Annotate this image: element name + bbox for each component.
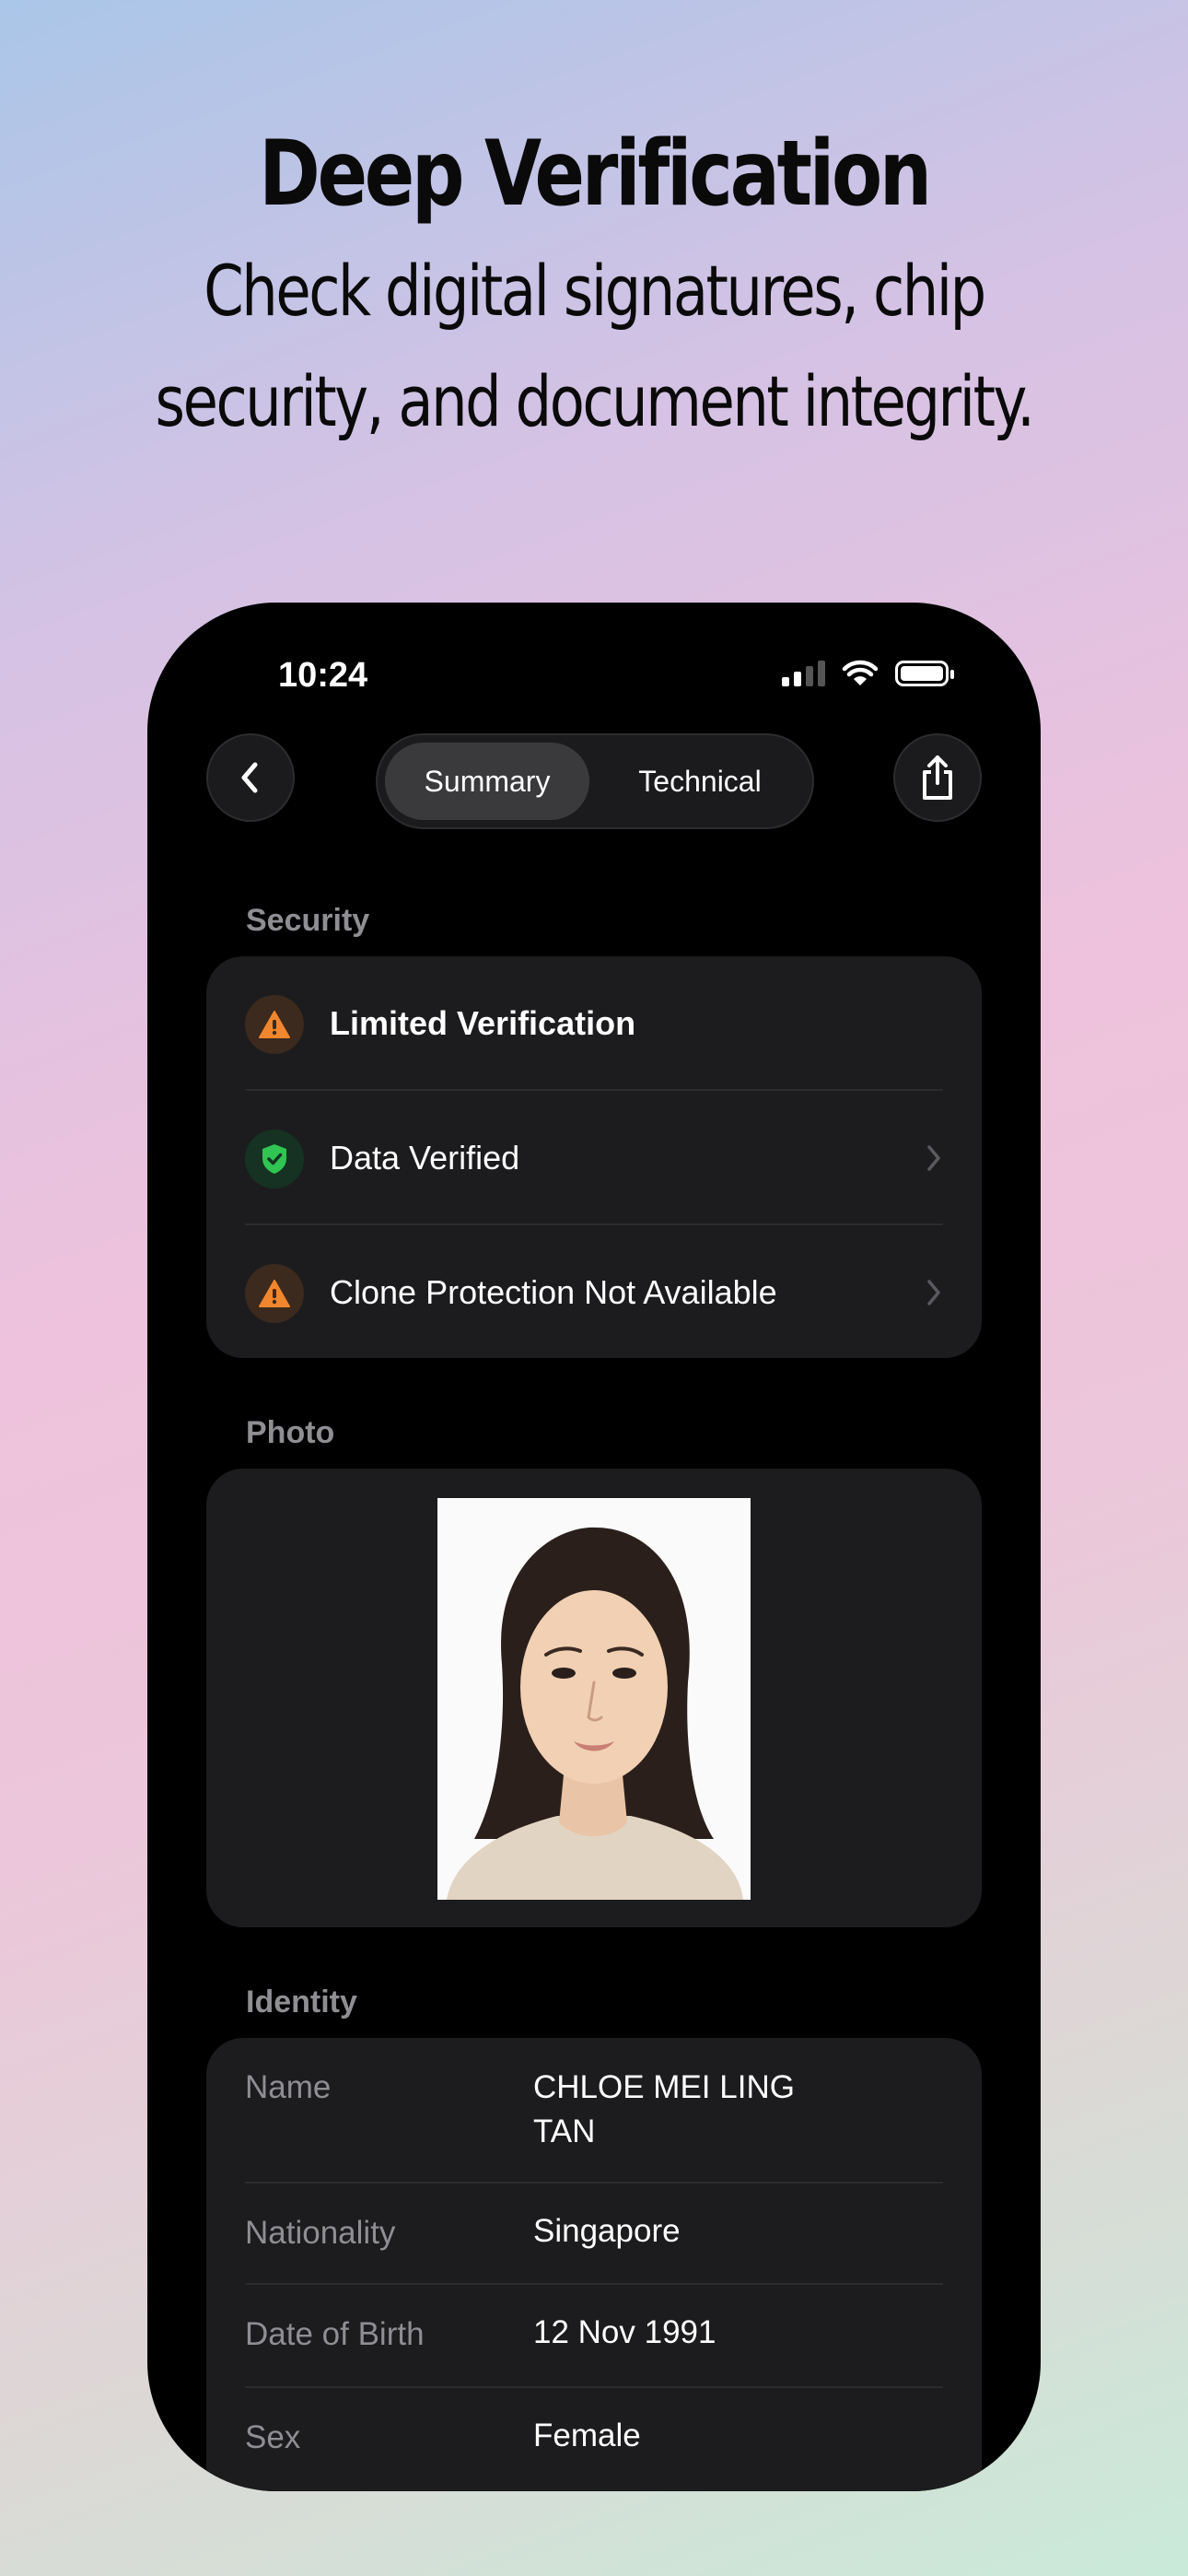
warning-icon bbox=[245, 1264, 304, 1323]
photo-heading: Photo bbox=[246, 1415, 335, 1450]
warning-icon bbox=[245, 995, 304, 1054]
identity-heading: Identity bbox=[246, 1985, 357, 2020]
hero-subtitle: Check digital signatures, chip security,… bbox=[107, 236, 1081, 457]
phone-screen: 10:24 Summary Technical Security Limited… bbox=[147, 603, 1041, 2491]
hero-subtitle-line-1: Check digital signatures, chip bbox=[204, 250, 986, 332]
tab-summary[interactable]: Summary bbox=[385, 743, 589, 820]
status-time: 10:24 bbox=[278, 656, 368, 695]
chevron-right-icon bbox=[927, 1145, 940, 1171]
name-value-line-2: TAN bbox=[533, 2113, 596, 2149]
security-item-limited-verification: Limited Verification bbox=[206, 956, 982, 1091]
tab-technical[interactable]: Technical bbox=[597, 743, 803, 820]
nationality-label: Nationality bbox=[245, 2215, 396, 2251]
sex-label: Sex bbox=[245, 2419, 301, 2455]
divider bbox=[245, 2386, 943, 2388]
name-label: Name bbox=[245, 2069, 332, 2105]
divider bbox=[245, 2182, 943, 2184]
chevron-right-icon bbox=[927, 1280, 940, 1306]
security-item-clone-protection[interactable]: Clone Protection Not Available bbox=[206, 1225, 982, 1360]
nationality-value: Singapore bbox=[533, 2213, 681, 2249]
date-of-birth-value: 12 Nov 1991 bbox=[533, 2314, 716, 2350]
view-segmented-control: Summary Technical bbox=[376, 733, 814, 829]
identity-card: Name CHLOE MEI LING TAN Nationality Sing… bbox=[206, 2038, 982, 2491]
battery-icon bbox=[895, 661, 954, 686]
divider bbox=[245, 2283, 943, 2285]
name-value-line-1: CHLOE MEI LING bbox=[533, 2069, 795, 2105]
security-item-data-verified[interactable]: Data Verified bbox=[206, 1091, 982, 1225]
chevron-left-icon bbox=[241, 762, 258, 793]
date-of-birth-label: Date of Birth bbox=[245, 2316, 425, 2352]
security-heading: Security bbox=[246, 903, 370, 938]
photo-card bbox=[206, 1469, 982, 1927]
name-value: CHLOE MEI LING TAN bbox=[533, 2066, 795, 2154]
hero-title: Deep Verification bbox=[259, 122, 932, 227]
passport-photo bbox=[437, 1498, 751, 1900]
security-item-label: Clone Protection Not Available bbox=[330, 1273, 777, 1311]
back-button[interactable] bbox=[206, 733, 295, 822]
share-button[interactable] bbox=[893, 733, 982, 822]
security-item-label: Limited Verification bbox=[330, 1004, 636, 1042]
wifi-icon bbox=[842, 660, 879, 685]
share-icon bbox=[923, 755, 952, 800]
security-card: Limited Verification Data Verified Clone… bbox=[206, 956, 982, 1358]
shield-check-icon bbox=[245, 1130, 304, 1188]
sex-value: Female bbox=[533, 2418, 641, 2453]
status-icons bbox=[782, 660, 954, 687]
cellular-signal-icon bbox=[782, 661, 825, 686]
hero-subtitle-line-2: security, and document integrity. bbox=[155, 360, 1035, 442]
security-item-label: Data Verified bbox=[330, 1139, 520, 1177]
hero-header: Deep Verification Check digital signatur… bbox=[0, 120, 1188, 457]
